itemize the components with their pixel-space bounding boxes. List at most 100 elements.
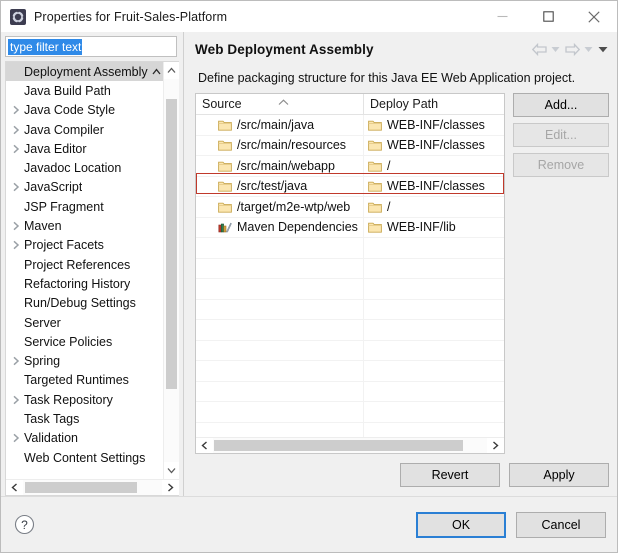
empty-cell [364,300,504,320]
sidebar-item-label: Service Policies [24,334,113,349]
settings-tree[interactable]: Deployment Assembly Java Build Path Java C… [5,61,179,496]
table-horizontal-scrollbar[interactable] [196,437,504,453]
maximize-button[interactable] [525,1,571,32]
sidebar-item-refactoring-history[interactable]: Refactoring History [6,274,163,293]
expand-arrow-icon[interactable] [8,144,24,154]
sidebar-item-javadoc-location[interactable]: Javadoc Location [6,158,163,177]
column-header-source[interactable]: Source [196,94,364,114]
sidebar-item-label: JavaScript [24,180,83,195]
sidebar-item-java-compiler[interactable]: Java Compiler [6,120,163,139]
sidebar-vertical-scrollbar[interactable] [163,62,179,479]
page-header: Web Deployment Assembly [195,32,609,66]
sidebar-hscroll-thumb[interactable] [25,482,137,493]
scroll-left-button[interactable] [6,480,23,495]
sidebar-item-project-references[interactable]: Project References [6,255,163,274]
sidebar-item-project-facets[interactable]: Project Facets [6,236,163,255]
folder-icon [368,119,382,131]
sidebar-item-label: Deployment Assembly [24,64,148,79]
table-scroll-right-button[interactable] [487,438,504,453]
sidebar-hscroll-track[interactable] [23,480,162,495]
sidebar-item-server[interactable]: Server [6,313,163,332]
table-body: /src/main/java WEB-INF/classes/src/main/r… [196,115,504,437]
table-hscroll-track[interactable] [213,438,487,453]
sidebar-item-label: Spring [24,354,61,369]
page-nav-icons [530,40,609,58]
sidebar-scroll-thumb[interactable] [166,99,177,389]
sidebar-item-validation[interactable]: Validation [6,429,163,448]
empty-cell [196,320,364,340]
column-header-deploy-path[interactable]: Deploy Path [364,94,504,114]
sidebar-scroll-track[interactable] [164,79,179,462]
cancel-button[interactable]: Cancel [516,511,606,538]
forward-arrow-icon[interactable] [563,40,581,58]
table-empty-row [196,402,504,423]
sidebar-item-javascript[interactable]: JavaScript [6,178,163,197]
sidebar-item-java-code-style[interactable]: Java Code Style [6,101,163,120]
sidebar-item-maven[interactable]: Maven [6,216,163,235]
cell-source-label: /src/main/java [237,117,315,132]
expand-arrow-icon[interactable] [8,221,24,231]
help-icon[interactable]: ? [14,514,35,535]
settings-sidebar: type filter text Deployment Assembly Java… [1,32,183,496]
empty-cell [196,361,364,381]
expand-arrow-icon[interactable] [8,105,24,115]
table-scroll-left-button[interactable] [196,438,213,453]
add-button[interactable]: Add... [513,93,609,117]
back-dropdown-icon[interactable] [549,40,562,58]
table-hscroll-thumb[interactable] [214,440,463,451]
cell-deploy-path: WEB-INF/classes [364,136,504,156]
minimize-button[interactable] [479,1,525,32]
table-row[interactable]: /src/main/java WEB-INF/classes [196,115,504,136]
apply-button[interactable]: Apply [509,463,609,487]
empty-cell [196,258,364,278]
table-row[interactable]: /src/test/java WEB-INF/classes [196,176,504,197]
assembly-table[interactable]: Source Deploy Path /src/main/java WEB-INF… [195,93,505,454]
sidebar-item-jsp-fragment[interactable]: JSP Fragment [6,197,163,216]
empty-cell [364,402,504,422]
sidebar-item-java-editor[interactable]: Java Editor [6,139,163,158]
cell-deploy-path-label: / [387,158,391,173]
empty-cell [196,402,364,422]
expand-arrow-icon[interactable] [8,356,24,366]
empty-cell [364,341,504,361]
cell-source-label: Maven Dependencies [237,220,358,235]
sidebar-item-java-build-path[interactable]: Java Build Path [6,81,163,100]
sidebar-item-spring[interactable]: Spring [6,351,163,370]
folder-icon [218,180,232,192]
scroll-up-button[interactable] [164,62,179,79]
table-row[interactable]: /src/main/webapp / [196,156,504,177]
page-title: Web Deployment Assembly [195,41,374,57]
expand-arrow-icon[interactable] [8,240,24,250]
cell-deploy-path-label: WEB-INF/classes [387,138,485,153]
sidebar-item-targeted-runtimes[interactable]: Targeted Runtimes [6,371,163,390]
scroll-down-button[interactable] [164,462,179,479]
table-empty-row [196,381,504,402]
revert-button[interactable]: Revert [400,463,500,487]
table-row[interactable]: /target/m2e-wtp/web / [196,197,504,218]
settings-page: Web Deployment Assembly Define packaging… [183,32,617,496]
sidebar-item-task-repository[interactable]: Task Repository [6,390,163,409]
sidebar-item-deployment-assembly[interactable]: Deployment Assembly [6,62,163,82]
view-menu-icon[interactable] [596,40,609,58]
expand-arrow-icon[interactable] [8,182,24,192]
table-empty-row [196,238,504,259]
remove-button: Remove [513,153,609,177]
sidebar-item-service-policies[interactable]: Service Policies [6,332,163,351]
filter-input[interactable]: type filter text [5,36,177,57]
scroll-right-button[interactable] [162,480,179,495]
empty-cell [364,320,504,340]
sidebar-item-task-tags[interactable]: Task Tags [6,409,163,428]
close-button[interactable] [571,1,617,32]
ok-button[interactable]: OK [416,511,506,538]
expand-arrow-icon[interactable] [8,433,24,443]
table-row[interactable]: Maven Dependencies WEB-INF/lib [196,217,504,238]
table-row[interactable]: /src/main/resources WEB-INF/classes [196,135,504,156]
sidebar-item-web-content-settings[interactable]: Web Content Settings [6,448,163,467]
back-arrow-icon[interactable] [530,40,548,58]
forward-dropdown-icon[interactable] [582,40,595,58]
sidebar-item-run-debug-settings[interactable]: Run/Debug Settings [6,294,163,313]
sidebar-horizontal-scrollbar[interactable] [6,479,179,495]
expand-arrow-icon[interactable] [8,395,24,405]
expand-arrow-icon[interactable] [8,125,24,135]
sidebar-item-label: Task Repository [24,392,113,407]
